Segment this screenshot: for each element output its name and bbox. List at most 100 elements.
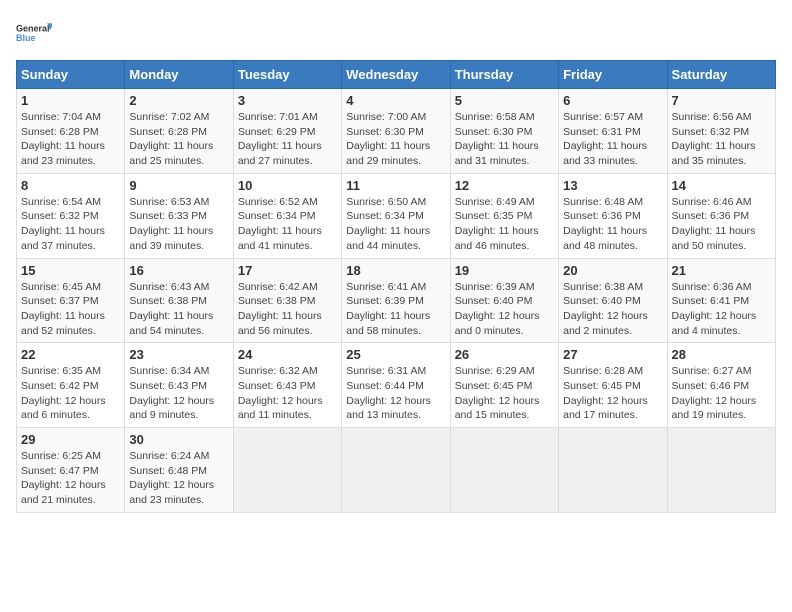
day-number: 9 (129, 178, 228, 193)
day-info: Sunrise: 6:52 AMSunset: 6:34 PMDaylight:… (238, 195, 337, 254)
calendar-header-tuesday: Tuesday (233, 61, 341, 89)
day-number: 16 (129, 263, 228, 278)
calendar-cell: 19 Sunrise: 6:39 AMSunset: 6:40 PMDayligh… (450, 258, 558, 343)
day-info: Sunrise: 6:29 AMSunset: 6:45 PMDaylight:… (455, 364, 554, 423)
day-number: 23 (129, 347, 228, 362)
day-info: Sunrise: 6:57 AMSunset: 6:31 PMDaylight:… (563, 110, 662, 169)
day-number: 13 (563, 178, 662, 193)
calendar-cell: 28 Sunrise: 6:27 AMSunset: 6:46 PMDayligh… (667, 343, 775, 428)
day-info: Sunrise: 6:27 AMSunset: 6:46 PMDaylight:… (672, 364, 771, 423)
day-info: Sunrise: 6:49 AMSunset: 6:35 PMDaylight:… (455, 195, 554, 254)
day-info: Sunrise: 6:45 AMSunset: 6:37 PMDaylight:… (21, 280, 120, 339)
day-info: Sunrise: 6:53 AMSunset: 6:33 PMDaylight:… (129, 195, 228, 254)
calendar-cell: 6 Sunrise: 6:57 AMSunset: 6:31 PMDaylight… (559, 89, 667, 174)
day-info: Sunrise: 7:01 AMSunset: 6:29 PMDaylight:… (238, 110, 337, 169)
calendar-cell: 1Sunrise: 7:04 AMSunset: 6:28 PMDaylight… (17, 89, 125, 174)
calendar-week-3: 15 Sunrise: 6:45 AMSunset: 6:37 PMDayligh… (17, 258, 776, 343)
day-number: 25 (346, 347, 445, 362)
day-info: Sunrise: 6:46 AMSunset: 6:36 PMDaylight:… (672, 195, 771, 254)
calendar-week-5: 29 Sunrise: 6:25 AMSunset: 6:47 PMDayligh… (17, 428, 776, 513)
day-number: 14 (672, 178, 771, 193)
day-number: 6 (563, 93, 662, 108)
calendar-cell (559, 428, 667, 513)
calendar-body: 1Sunrise: 7:04 AMSunset: 6:28 PMDaylight… (17, 89, 776, 513)
calendar-cell: 15 Sunrise: 6:45 AMSunset: 6:37 PMDayligh… (17, 258, 125, 343)
day-info: Sunrise: 6:31 AMSunset: 6:44 PMDaylight:… (346, 364, 445, 423)
calendar-header-wednesday: Wednesday (342, 61, 450, 89)
day-info: Sunrise: 6:28 AMSunset: 6:45 PMDaylight:… (563, 364, 662, 423)
calendar-cell: 29 Sunrise: 6:25 AMSunset: 6:47 PMDayligh… (17, 428, 125, 513)
day-info: Sunrise: 7:00 AMSunset: 6:30 PMDaylight:… (346, 110, 445, 169)
day-info: Sunrise: 6:36 AMSunset: 6:41 PMDaylight:… (672, 280, 771, 339)
day-info: Sunrise: 6:38 AMSunset: 6:40 PMDaylight:… (563, 280, 662, 339)
calendar-cell: 22 Sunrise: 6:35 AMSunset: 6:42 PMDayligh… (17, 343, 125, 428)
calendar-cell: 30Sunrise: 6:24 AMSunset: 6:48 PMDayligh… (125, 428, 233, 513)
day-number: 3 (238, 93, 337, 108)
calendar-cell: 2 Sunrise: 7:02 AMSunset: 6:28 PMDaylight… (125, 89, 233, 174)
day-number: 10 (238, 178, 337, 193)
day-info: Sunrise: 6:39 AMSunset: 6:40 PMDaylight:… (455, 280, 554, 339)
calendar-cell: 16 Sunrise: 6:43 AMSunset: 6:38 PMDayligh… (125, 258, 233, 343)
logo: General Blue (16, 16, 52, 52)
day-number: 19 (455, 263, 554, 278)
header: General Blue (16, 16, 776, 52)
calendar-cell (667, 428, 775, 513)
calendar-header-sunday: Sunday (17, 61, 125, 89)
day-info: Sunrise: 6:48 AMSunset: 6:36 PMDaylight:… (563, 195, 662, 254)
calendar-cell: 5Sunrise: 6:58 AMSunset: 6:30 PMDaylight… (450, 89, 558, 174)
calendar-week-2: 8 Sunrise: 6:54 AMSunset: 6:32 PMDaylight… (17, 173, 776, 258)
calendar-table: SundayMondayTuesdayWednesdayThursdayFrid… (16, 60, 776, 513)
day-number: 27 (563, 347, 662, 362)
calendar-cell: 10 Sunrise: 6:52 AMSunset: 6:34 PMDayligh… (233, 173, 341, 258)
day-info: Sunrise: 6:25 AMSunset: 6:47 PMDaylight:… (21, 449, 120, 508)
day-number: 20 (563, 263, 662, 278)
calendar-cell: 24Sunrise: 6:32 AMSunset: 6:43 PMDayligh… (233, 343, 341, 428)
calendar-cell: 21 Sunrise: 6:36 AMSunset: 6:41 PMDayligh… (667, 258, 775, 343)
calendar-week-1: 1Sunrise: 7:04 AMSunset: 6:28 PMDaylight… (17, 89, 776, 174)
calendar-cell: 12Sunrise: 6:49 AMSunset: 6:35 PMDayligh… (450, 173, 558, 258)
day-number: 2 (129, 93, 228, 108)
day-info: Sunrise: 6:35 AMSunset: 6:42 PMDaylight:… (21, 364, 120, 423)
day-info: Sunrise: 6:54 AMSunset: 6:32 PMDaylight:… (21, 195, 120, 254)
calendar-cell: 26 Sunrise: 6:29 AMSunset: 6:45 PMDayligh… (450, 343, 558, 428)
day-number: 17 (238, 263, 337, 278)
day-info: Sunrise: 6:42 AMSunset: 6:38 PMDaylight:… (238, 280, 337, 339)
calendar-cell (342, 428, 450, 513)
day-number: 15 (21, 263, 120, 278)
day-number: 5 (455, 93, 554, 108)
day-info: Sunrise: 6:43 AMSunset: 6:38 PMDaylight:… (129, 280, 228, 339)
day-info: Sunrise: 7:02 AMSunset: 6:28 PMDaylight:… (129, 110, 228, 169)
calendar-header-saturday: Saturday (667, 61, 775, 89)
day-number: 18 (346, 263, 445, 278)
calendar-cell (450, 428, 558, 513)
calendar-cell: 9 Sunrise: 6:53 AMSunset: 6:33 PMDaylight… (125, 173, 233, 258)
day-number: 26 (455, 347, 554, 362)
svg-text:General: General (16, 24, 50, 34)
day-number: 21 (672, 263, 771, 278)
svg-text:Blue: Blue (16, 33, 36, 43)
calendar-week-4: 22 Sunrise: 6:35 AMSunset: 6:42 PMDayligh… (17, 343, 776, 428)
calendar-cell: 7Sunrise: 6:56 AMSunset: 6:32 PMDaylight… (667, 89, 775, 174)
day-number: 30 (129, 432, 228, 447)
day-number: 28 (672, 347, 771, 362)
day-info: Sunrise: 6:34 AMSunset: 6:43 PMDaylight:… (129, 364, 228, 423)
calendar-cell: 11 Sunrise: 6:50 AMSunset: 6:34 PMDayligh… (342, 173, 450, 258)
calendar-cell: 27 Sunrise: 6:28 AMSunset: 6:45 PMDayligh… (559, 343, 667, 428)
calendar-cell: 13 Sunrise: 6:48 AMSunset: 6:36 PMDayligh… (559, 173, 667, 258)
day-number: 8 (21, 178, 120, 193)
calendar-cell: 20 Sunrise: 6:38 AMSunset: 6:40 PMDayligh… (559, 258, 667, 343)
day-number: 29 (21, 432, 120, 447)
calendar-cell: 25 Sunrise: 6:31 AMSunset: 6:44 PMDayligh… (342, 343, 450, 428)
calendar-cell: 23 Sunrise: 6:34 AMSunset: 6:43 PMDayligh… (125, 343, 233, 428)
calendar-cell: 8 Sunrise: 6:54 AMSunset: 6:32 PMDaylight… (17, 173, 125, 258)
day-info: Sunrise: 6:41 AMSunset: 6:39 PMDaylight:… (346, 280, 445, 339)
calendar-cell: 18 Sunrise: 6:41 AMSunset: 6:39 PMDayligh… (342, 258, 450, 343)
calendar-cell: 14 Sunrise: 6:46 AMSunset: 6:36 PMDayligh… (667, 173, 775, 258)
day-number: 22 (21, 347, 120, 362)
calendar-cell (233, 428, 341, 513)
day-info: Sunrise: 6:50 AMSunset: 6:34 PMDaylight:… (346, 195, 445, 254)
calendar-cell: 4 Sunrise: 7:00 AMSunset: 6:30 PMDaylight… (342, 89, 450, 174)
day-number: 11 (346, 178, 445, 193)
day-info: Sunrise: 6:32 AMSunset: 6:43 PMDaylight:… (238, 364, 337, 423)
day-number: 4 (346, 93, 445, 108)
